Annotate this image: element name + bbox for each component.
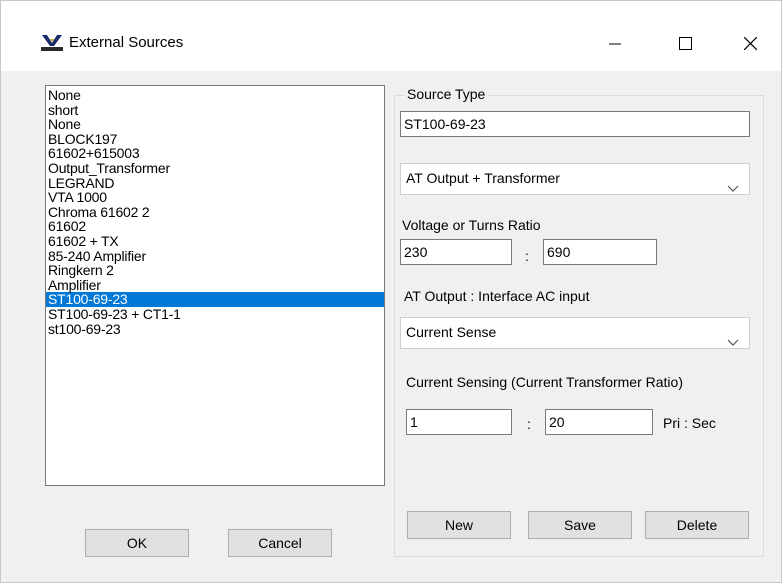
ok-button[interactable]: OK bbox=[85, 529, 189, 557]
ratio-label: Voltage or Turns Ratio bbox=[402, 217, 541, 233]
ct-ratio-unit: Pri : Sec bbox=[663, 415, 716, 431]
list-item[interactable]: LEGRAND bbox=[46, 175, 384, 191]
title-bar: External Sources bbox=[1, 1, 781, 71]
ratio-right-input[interactable]: 690 bbox=[543, 239, 657, 265]
current-sensing-label: Current Sensing (Current Transformer Rat… bbox=[406, 374, 683, 390]
source-type-selected: AT Output + Transformer bbox=[406, 170, 560, 186]
interface-selected: Current Sense bbox=[406, 324, 497, 340]
list-item[interactable]: 61602 + TX bbox=[46, 234, 384, 249]
source-type-legend: Source Type bbox=[404, 85, 489, 103]
list-item[interactable]: BLOCK197 bbox=[46, 132, 384, 147]
ct-ratio-left-input[interactable]: 1 bbox=[406, 409, 512, 435]
chevron-down-icon bbox=[727, 328, 739, 346]
cancel-button[interactable]: Cancel bbox=[228, 529, 332, 557]
minimize-button[interactable] bbox=[592, 25, 638, 65]
list-item-selected[interactable]: ST100-69-23 bbox=[46, 292, 384, 307]
app-logo-icon bbox=[41, 35, 63, 51]
list-item[interactable]: VTA 1000 bbox=[46, 190, 384, 205]
maximize-icon bbox=[678, 37, 692, 53]
close-icon bbox=[743, 36, 757, 53]
ratio-left-input[interactable]: 230 bbox=[400, 239, 512, 265]
save-button[interactable]: Save bbox=[528, 511, 632, 539]
ct-ratio-separator: : bbox=[527, 416, 531, 432]
list-item[interactable]: ST100-69-23 + CT1-1 bbox=[46, 307, 384, 322]
list-item[interactable]: Amplifier bbox=[46, 278, 384, 293]
list-item[interactable]: Output_Transformer bbox=[46, 161, 384, 176]
list-item[interactable]: st100-69-23 bbox=[46, 321, 384, 337]
list-item[interactable]: 61602 bbox=[46, 219, 384, 234]
list-item[interactable]: 61602+615003 bbox=[46, 146, 384, 161]
minimize-icon bbox=[609, 37, 621, 53]
ct-ratio-right-input[interactable]: 20 bbox=[545, 409, 653, 435]
list-item[interactable]: Ringkern 2 bbox=[46, 263, 384, 278]
list-item[interactable]: short bbox=[46, 102, 384, 118]
interface-dropdown[interactable]: Current Sense bbox=[400, 317, 750, 349]
ratio-separator: : bbox=[525, 248, 529, 264]
list-item[interactable]: 85-240 Amplifier bbox=[46, 248, 384, 264]
close-button[interactable] bbox=[727, 25, 773, 65]
new-button[interactable]: New bbox=[407, 511, 511, 539]
interface-label: AT Output : Interface AC input bbox=[404, 288, 590, 304]
external-sources-window: External Sources None short None BLOCK197 61… bbox=[0, 0, 782, 583]
window-title: External Sources bbox=[69, 34, 184, 51]
source-name-input[interactable]: ST100-69-23 bbox=[400, 111, 750, 137]
delete-button[interactable]: Delete bbox=[645, 511, 749, 539]
source-type-dropdown[interactable]: AT Output + Transformer bbox=[400, 163, 750, 195]
list-item[interactable]: None bbox=[46, 88, 384, 103]
list-item[interactable]: Chroma 61602 2 bbox=[46, 205, 384, 220]
list-item[interactable]: None bbox=[46, 117, 384, 132]
sources-listbox[interactable]: None short None BLOCK197 61602+615003 Output_… bbox=[45, 85, 385, 486]
maximize-button[interactable] bbox=[662, 25, 708, 65]
chevron-down-icon bbox=[727, 174, 739, 192]
